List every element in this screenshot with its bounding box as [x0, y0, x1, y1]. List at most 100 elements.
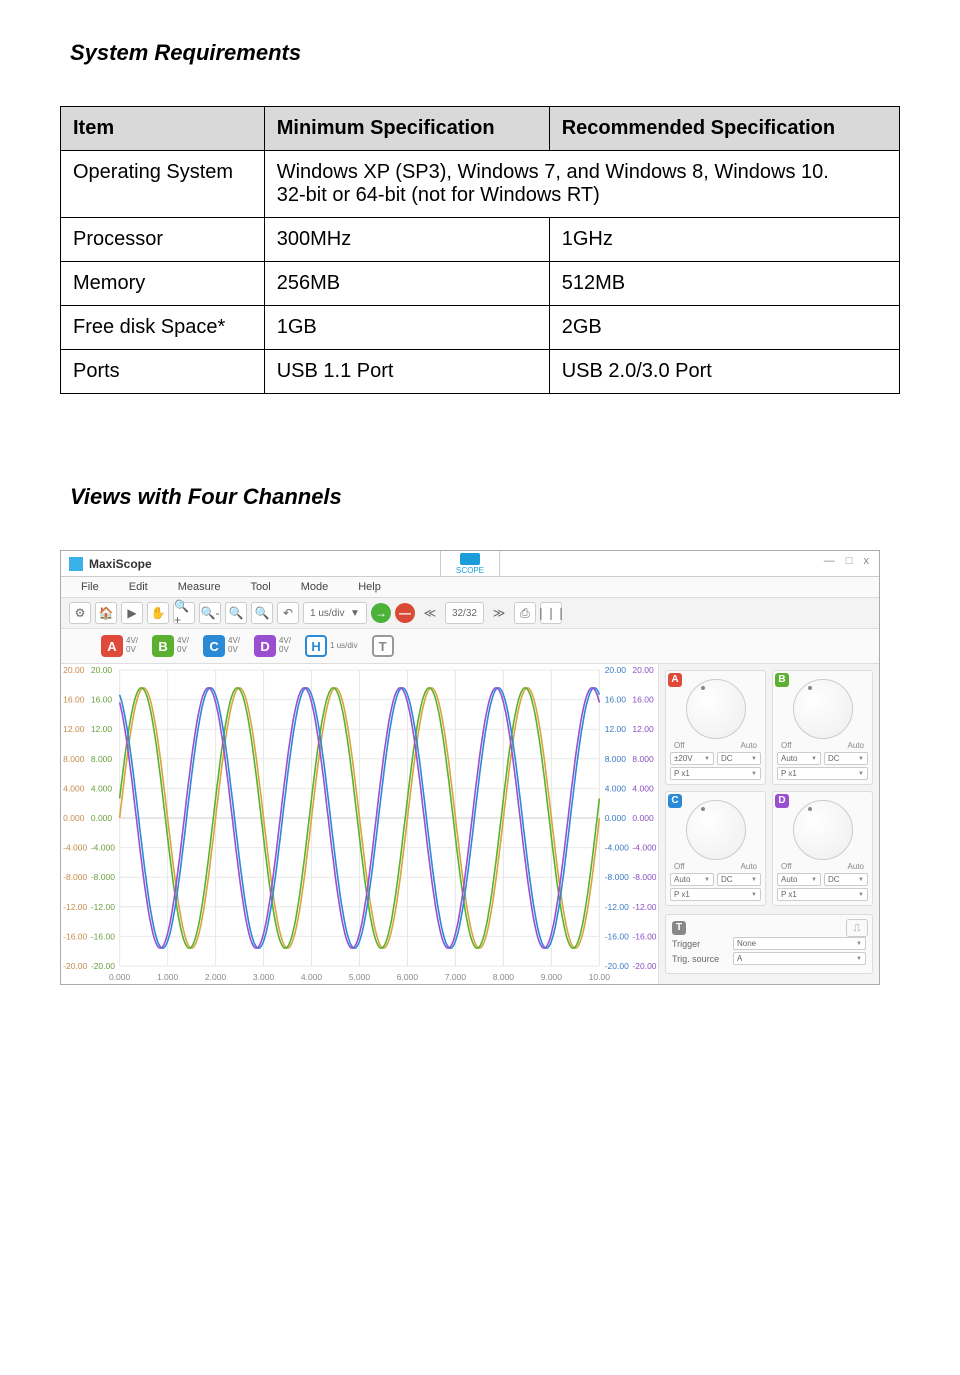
svg-text:-20.00: -20.00 [91, 962, 116, 971]
knob-d[interactable]: D OffAuto AutoDC P x1 [772, 791, 873, 906]
svg-text:2.000: 2.000 [205, 973, 227, 982]
ch-c-o: 0V [228, 646, 240, 655]
cell-ports-min: USB 1.1 Port [264, 350, 549, 394]
trigger-mode-select[interactable]: None [733, 937, 866, 950]
plot-area[interactable]: 20.0020.0020.0020.0016.0016.0016.0016.00… [61, 664, 659, 984]
cursor-icon[interactable]: ▶ [121, 602, 143, 624]
heading-views-four-channels: Views with Four Channels [70, 484, 900, 510]
svg-text:-16.00: -16.00 [63, 933, 88, 942]
trigger-source-select[interactable]: A [733, 952, 866, 965]
channel-chip-d[interactable]: D 4V/0V [254, 635, 291, 657]
svg-text:-8.000: -8.000 [63, 873, 88, 882]
knob-c-dial[interactable] [686, 800, 746, 860]
menu-mode[interactable]: Mode [301, 581, 329, 593]
zoom-fit-icon[interactable]: 🔍 [251, 602, 273, 624]
undo-icon[interactable]: ↶ [277, 602, 299, 624]
zoom-in-icon[interactable]: 🔍+ [173, 602, 195, 624]
svg-text:-12.00: -12.00 [63, 903, 88, 912]
sel-d-probe[interactable]: P x1 [777, 888, 868, 901]
knob-a-dial[interactable] [686, 679, 746, 739]
os-line1: Windows XP (SP3), Windows 7, and Windows… [277, 161, 829, 183]
cell-ports-rec: USB 2.0/3.0 Port [549, 350, 899, 394]
knob-a[interactable]: A OffAuto ±20VDC P x1 [665, 670, 766, 785]
svg-text:8.000: 8.000 [605, 755, 627, 764]
hand-icon[interactable]: ✋ [147, 602, 169, 624]
trigger-t-icon: T [672, 921, 686, 935]
cell-mem-item: Memory [61, 262, 265, 306]
th-rec: Recommended Specification [549, 107, 899, 151]
knob-d-dial[interactable] [793, 800, 853, 860]
sel-c-range[interactable]: Auto [670, 873, 714, 886]
trigger-panel: T ⎍ Trigger None Trig. source A [665, 914, 873, 974]
scope-tab[interactable]: SCOPE [440, 551, 500, 577]
knob-b[interactable]: B OffAuto AutoDC P x1 [772, 670, 873, 785]
window-controls[interactable]: — □ x [824, 555, 873, 567]
channel-d-icon: D [254, 635, 276, 657]
auto-label: Auto [848, 862, 864, 871]
cell-disk-min: 1GB [264, 306, 549, 350]
frame-counter: 32/32 [445, 602, 484, 624]
channel-chip-t[interactable]: T [372, 635, 394, 657]
channel-chip-c[interactable]: C 4V/0V [203, 635, 240, 657]
knob-c[interactable]: C OffAuto AutoDC P x1 [665, 791, 766, 906]
settings-icon[interactable]: ⚙ [69, 602, 91, 624]
scope-tab-label: SCOPE [456, 566, 484, 575]
sel-d-couple[interactable]: DC [824, 873, 868, 886]
knob-b-dial[interactable] [793, 679, 853, 739]
svg-text:5.000: 5.000 [349, 973, 371, 982]
menu-file[interactable]: File [81, 581, 99, 593]
svg-text:20.00: 20.00 [91, 666, 113, 675]
zoom-icon[interactable]: 🔍 [225, 602, 247, 624]
channel-b-icon: B [152, 635, 174, 657]
cell-ports-item: Ports [61, 350, 265, 394]
sel-c-couple[interactable]: DC [717, 873, 761, 886]
sel-b-couple[interactable]: DC [824, 752, 868, 765]
snapshot-icon[interactable]: ⎙ [514, 602, 536, 624]
channel-bar: A 4V/0V B 4V/0V C 4V/0V D 4V/0V H 1 us/d… [61, 629, 879, 664]
sel-a-probe[interactable]: P x1 [670, 767, 761, 780]
svg-text:0.000: 0.000 [91, 814, 113, 823]
trigger-edge-icon[interactable]: ⎍ [846, 919, 868, 937]
cell-os-span: Windows XP (SP3), Windows 7, and Windows… [264, 151, 899, 218]
off-label: Off [674, 862, 685, 871]
svg-text:4.000: 4.000 [91, 785, 113, 794]
menu-edit[interactable]: Edit [129, 581, 148, 593]
scope-window: MaxiScope SCOPE — □ x File Edit Measure … [60, 550, 880, 985]
off-label: Off [674, 741, 685, 750]
spectrum-icon[interactable]: ❘❘❘ [540, 602, 562, 624]
svg-text:10.00: 10.00 [589, 973, 611, 982]
timebase-select[interactable]: 1 us/div ▼ [303, 602, 367, 624]
run-button[interactable]: → [371, 603, 391, 623]
svg-text:1.000: 1.000 [157, 973, 179, 982]
sel-c-probe[interactable]: P x1 [670, 888, 761, 901]
svg-text:-4.000: -4.000 [63, 844, 88, 853]
stop-button[interactable]: — [395, 603, 415, 623]
menu-measure[interactable]: Measure [178, 581, 221, 593]
ch-d-o: 0V [279, 646, 291, 655]
svg-text:-20.00: -20.00 [605, 962, 630, 971]
menu-tool[interactable]: Tool [251, 581, 271, 593]
cell-proc-item: Processor [61, 218, 265, 262]
titlebar[interactable]: MaxiScope SCOPE — □ x [61, 551, 879, 577]
svg-text:8.000: 8.000 [632, 755, 654, 764]
home-icon[interactable]: 🏠 [95, 602, 117, 624]
zoom-out-icon[interactable]: 🔍- [199, 602, 221, 624]
sel-b-probe[interactable]: P x1 [777, 767, 868, 780]
toolbar: ⚙ 🏠 ▶ ✋ 🔍+ 🔍- 🔍 🔍 ↶ 1 us/div ▼ → — ≪ 32/… [61, 598, 879, 629]
svg-text:-16.00: -16.00 [91, 933, 116, 942]
svg-text:4.000: 4.000 [301, 973, 323, 982]
prev-frame-icon[interactable]: ≪ [419, 602, 441, 624]
cell-mem-rec: 512MB [549, 262, 899, 306]
svg-text:8.000: 8.000 [91, 755, 113, 764]
knob-c-label: C [668, 794, 682, 808]
sel-a-range[interactable]: ±20V [670, 752, 714, 765]
svg-text:20.00: 20.00 [605, 666, 627, 675]
sel-d-range[interactable]: Auto [777, 873, 821, 886]
next-frame-icon[interactable]: ≫ [488, 602, 510, 624]
sel-b-range[interactable]: Auto [777, 752, 821, 765]
sel-a-couple[interactable]: DC [717, 752, 761, 765]
channel-chip-b[interactable]: B 4V/0V [152, 635, 189, 657]
menu-help[interactable]: Help [358, 581, 381, 593]
channel-chip-h[interactable]: H 1 us/div [305, 635, 358, 657]
channel-chip-a[interactable]: A 4V/0V [101, 635, 138, 657]
